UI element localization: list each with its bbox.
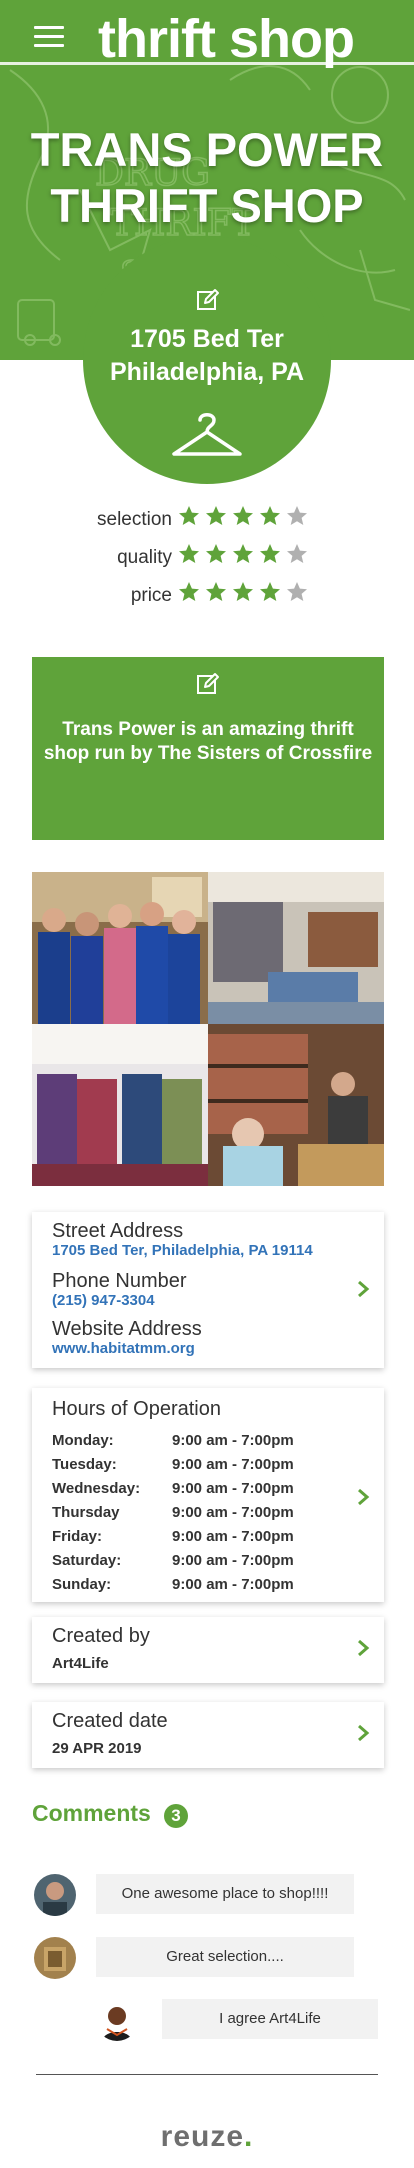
rating-label: price — [130, 585, 172, 606]
hours-time: 9:00 am - 7:00pm — [172, 1552, 294, 1569]
rating-label: quality — [117, 547, 172, 568]
hours-card[interactable]: Hours of Operation Monday: 9:00 am - 7:00… — [32, 1388, 384, 1602]
shop-name-title: TRANS POWER THRIFT SHOP — [0, 122, 414, 234]
rating-row-0: selection — [0, 505, 414, 535]
hanger-icon — [172, 413, 242, 456]
star-filled-icon[interactable] — [205, 581, 227, 603]
hours-day: Friday: — [52, 1528, 103, 1545]
contact-card[interactable]: Street Address 1705 Bed Ter, Philadelphi… — [32, 1212, 384, 1368]
comment-bubble: One awesome place to shop!!!! — [96, 1874, 354, 1914]
created-by-label: Created by — [52, 1625, 150, 1647]
comments-title: Comments — [32, 1800, 151, 1826]
avatar[interactable] — [96, 1999, 138, 2041]
hours-time: 9:00 am - 7:00pm — [172, 1480, 294, 1497]
photo-clothing-racks[interactable] — [32, 1024, 208, 1186]
hours-day: Monday: — [52, 1432, 114, 1449]
star-filled-icon[interactable] — [232, 581, 254, 603]
street-address-label: Street Address — [52, 1220, 184, 1242]
website-address-label: Website Address — [52, 1318, 202, 1340]
hamburger-menu-icon[interactable] — [34, 26, 64, 52]
photo-bookshelves[interactable] — [208, 1024, 384, 1186]
created-by-card[interactable]: Created by Art4Life — [32, 1617, 384, 1683]
edit-description-icon[interactable] — [196, 672, 220, 696]
rating-label: selection — [97, 509, 172, 530]
star-empty-icon[interactable] — [286, 581, 308, 603]
phone-number-value[interactable]: (215) 947-3304 — [52, 1292, 155, 1309]
rating-row-2: price — [0, 581, 414, 611]
website-address-value[interactable]: www.habitatmm.org — [52, 1340, 195, 1357]
photo-store-interior[interactable] — [208, 872, 384, 1024]
star-filled-icon[interactable] — [259, 543, 281, 565]
rating-row-1: quality — [0, 543, 414, 573]
created-date-label: Created date — [52, 1710, 168, 1732]
rating-stars[interactable] — [178, 505, 313, 532]
hours-day: Thursday — [52, 1504, 120, 1521]
shop-description: Trans Power is an amazing thrift shop ru… — [43, 719, 373, 764]
avatar[interactable] — [34, 1874, 76, 1916]
comments-count-badge: 3 — [164, 1804, 188, 1828]
hours-day: Sunday: — [52, 1576, 112, 1593]
created-by-value: Art4Life — [52, 1655, 109, 1672]
star-empty-icon[interactable] — [286, 505, 308, 527]
hours-day: Tuesday: — [52, 1456, 117, 1473]
avatar[interactable] — [34, 1937, 76, 1979]
shop-name-line-2: THRIFT SHOP — [50, 179, 364, 232]
hours-time: 9:00 am - 7:00pm — [172, 1528, 294, 1545]
address-line-1: 1705 Bed Ter — [130, 325, 284, 353]
chevron-right-icon[interactable] — [356, 1639, 370, 1657]
rating-stars[interactable] — [178, 543, 313, 570]
photo-gallery[interactable] — [32, 872, 384, 1186]
rating-stars[interactable] — [178, 581, 313, 608]
shop-name-line-1: TRANS POWER — [30, 123, 384, 176]
created-date-card[interactable]: Created date 29 APR 2019 — [32, 1702, 384, 1768]
footer-divider — [36, 2074, 378, 2075]
hours-title: Hours of Operation — [52, 1398, 221, 1420]
app-logo-title: thrift shop — [98, 9, 355, 69]
hours-time: 9:00 am - 7:00pm — [172, 1576, 294, 1593]
street-address-value[interactable]: 1705 Bed Ter, Philadelphia, PA 19114 — [52, 1242, 313, 1259]
hours-time: 9:00 am - 7:00pm — [172, 1504, 294, 1521]
brand-name: reuze — [160, 2120, 245, 2153]
comment-bubble: I agree Art4Life — [162, 1999, 378, 2039]
photo-volunteers[interactable] — [32, 872, 208, 1024]
star-filled-icon[interactable] — [205, 543, 227, 565]
reuze-logo: reuze. — [0, 2120, 414, 2154]
star-filled-icon[interactable] — [259, 581, 281, 603]
star-filled-icon[interactable] — [232, 543, 254, 565]
hours-day: Saturday: — [52, 1552, 122, 1569]
star-filled-icon[interactable] — [205, 505, 227, 527]
hours-time: 9:00 am - 7:00pm — [172, 1456, 294, 1473]
created-date-value: 29 APR 2019 — [52, 1740, 142, 1757]
edit-address-icon[interactable] — [196, 288, 220, 312]
star-filled-icon[interactable] — [178, 581, 200, 603]
phone-number-label: Phone Number — [52, 1270, 187, 1292]
brand-dot: . — [244, 2120, 254, 2153]
chevron-right-icon[interactable] — [356, 1724, 370, 1742]
address-line-2: Philadelphia, PA — [109, 358, 305, 386]
chevron-right-icon[interactable] — [356, 1488, 370, 1506]
chevron-right-icon[interactable] — [356, 1280, 370, 1298]
star-filled-icon[interactable] — [178, 505, 200, 527]
header-divider — [0, 62, 414, 65]
star-empty-icon[interactable] — [286, 543, 308, 565]
star-filled-icon[interactable] — [178, 543, 200, 565]
hours-day: Wednesday: — [52, 1480, 141, 1497]
comment-bubble: Great selection.... — [96, 1937, 354, 1977]
star-filled-icon[interactable] — [259, 505, 281, 527]
hours-time: 9:00 am - 7:00pm — [172, 1432, 294, 1449]
star-filled-icon[interactable] — [232, 505, 254, 527]
